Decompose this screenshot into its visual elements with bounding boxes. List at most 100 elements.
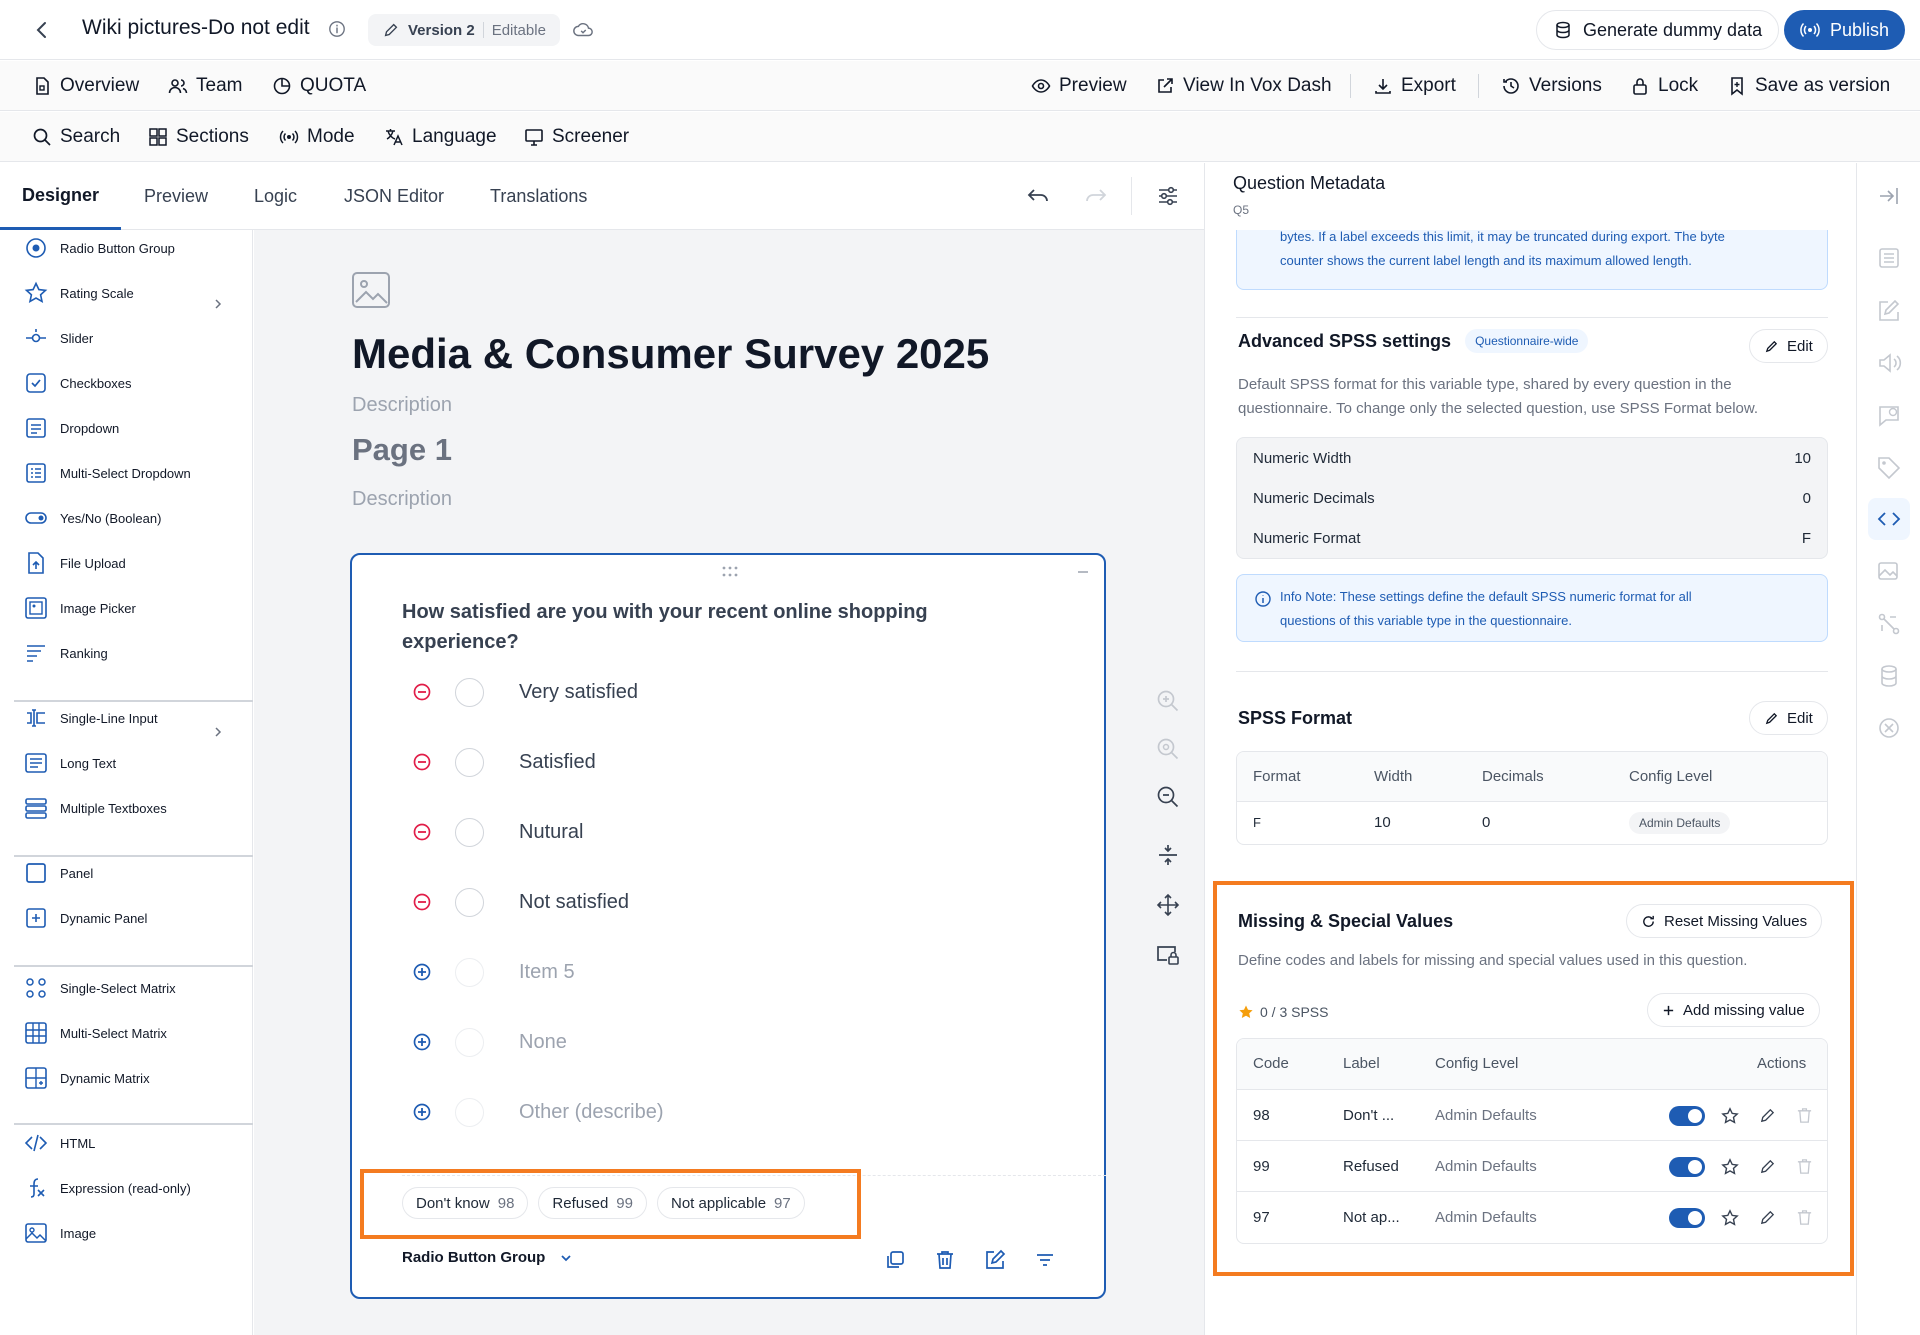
toolbox-item-single-select-matrix[interactable]: Single-Select Matrix: [24, 973, 176, 1003]
duplicate-icon[interactable]: [884, 1249, 906, 1271]
enable-toggle[interactable]: [1669, 1192, 1705, 1243]
delete-icon[interactable]: [1796, 1141, 1813, 1192]
nav-versions[interactable]: Versions: [1501, 61, 1602, 111]
choice-item[interactable]: Nutural: [412, 812, 583, 852]
remove-choice-icon[interactable]: [412, 752, 432, 772]
missing-value-pill[interactable]: Don't know 98: [402, 1187, 529, 1219]
page-title[interactable]: Page 1: [352, 432, 452, 468]
comment-check-icon[interactable]: [1876, 403, 1902, 429]
question-title[interactable]: How satisfied are you with your recent o…: [402, 597, 962, 657]
back-icon[interactable]: [30, 18, 54, 42]
radio-circle[interactable]: [455, 957, 484, 987]
expand-all-icon[interactable]: [1155, 892, 1181, 918]
toolbar-mode[interactable]: Mode: [279, 112, 355, 162]
choice-label[interactable]: Other (describe): [519, 1101, 664, 1124]
nav-team[interactable]: Team: [168, 61, 242, 111]
chevron-right-icon[interactable]: [211, 297, 225, 311]
delete-icon[interactable]: [1796, 1192, 1813, 1243]
choice-label[interactable]: None: [519, 1031, 567, 1054]
delete-icon[interactable]: [934, 1249, 956, 1271]
cloud-sync-icon[interactable]: [572, 19, 594, 41]
nav-save-as-version[interactable]: Save as version: [1727, 61, 1890, 111]
zoom-reset-icon[interactable]: [1155, 736, 1181, 762]
panel-scroll-area[interactable]: bytes. If a label exceeds this limit, it…: [1205, 230, 1856, 1335]
toolbox-item-html[interactable]: HTML: [24, 1128, 95, 1158]
properties-icon[interactable]: [1876, 245, 1902, 271]
toolbox-item-multiple-textboxes[interactable]: Multiple Textboxes: [24, 793, 167, 823]
close-circle-icon[interactable]: [1876, 715, 1902, 741]
question-card[interactable]: How satisfied are you with your recent o…: [350, 553, 1106, 1299]
edit-icon[interactable]: [1759, 1141, 1776, 1192]
radio-circle[interactable]: [455, 1097, 484, 1127]
choice-item[interactable]: Satisfied: [412, 742, 596, 782]
image-settings-icon[interactable]: [1876, 559, 1902, 585]
version-chip[interactable]: Version 2 Editable: [368, 14, 560, 46]
radio-circle[interactable]: [455, 677, 484, 707]
toolbox-item-multi-select-matrix[interactable]: Multi-Select Matrix: [24, 1018, 167, 1048]
nav-lock[interactable]: Lock: [1630, 61, 1698, 111]
choice-label[interactable]: Not satisfied: [519, 891, 629, 914]
delete-icon[interactable]: [1796, 1090, 1813, 1141]
edit-icon[interactable]: [984, 1249, 1006, 1271]
toolbox-item-long-text[interactable]: Long Text: [24, 748, 116, 778]
remove-choice-icon[interactable]: [412, 822, 432, 842]
collapse-panel-icon[interactable]: [1876, 183, 1902, 209]
add-choice-icon[interactable]: [412, 1102, 432, 1122]
remove-choice-icon[interactable]: [412, 682, 432, 702]
spss-format-edit-button[interactable]: Edit: [1749, 701, 1828, 735]
add-choice-icon[interactable]: [412, 962, 432, 982]
choice-item[interactable]: Very satisfied: [412, 672, 638, 712]
choice-placeholder[interactable]: Item 5: [412, 952, 575, 992]
enable-toggle[interactable]: [1669, 1141, 1705, 1192]
radio-circle[interactable]: [455, 747, 484, 777]
choice-placeholder[interactable]: Other (describe): [412, 1092, 664, 1132]
edit-icon[interactable]: [1759, 1090, 1776, 1141]
collapse-all-icon[interactable]: [1155, 842, 1181, 868]
toolbox-item-single-line-input[interactable]: Single-Line Input: [24, 703, 158, 733]
missing-value-pill[interactable]: Refused 99: [538, 1187, 647, 1219]
lock-preview-icon[interactable]: [1155, 942, 1181, 968]
settings-sliders-icon[interactable]: [1156, 184, 1180, 208]
toolbox-item-ranking[interactable]: Ranking: [24, 638, 108, 668]
star-icon[interactable]: [1721, 1192, 1739, 1243]
toolbar-language[interactable]: Language: [384, 112, 497, 162]
toolbox-item-dropdown[interactable]: Dropdown: [24, 413, 119, 443]
choice-item[interactable]: Not satisfied: [412, 882, 629, 922]
toolbox-item-radio-button-group[interactable]: Radio Button Group: [24, 233, 175, 263]
edit-note-icon[interactable]: [1876, 298, 1902, 324]
missing-value-pill[interactable]: Not applicable 97: [656, 1187, 805, 1219]
toolbox-item-rating-scale[interactable]: Rating Scale: [24, 278, 134, 308]
tag-icon[interactable]: [1876, 455, 1902, 481]
toolbar-sections[interactable]: Sections: [148, 112, 249, 162]
radio-circle[interactable]: [455, 1027, 484, 1057]
toolbox-item-panel[interactable]: Panel: [24, 858, 93, 888]
toolbar-screener[interactable]: Screener: [524, 112, 629, 162]
nav-quota[interactable]: QUOTA: [272, 61, 366, 111]
star-icon[interactable]: [1721, 1141, 1739, 1192]
radio-circle[interactable]: [455, 887, 484, 917]
undo-icon[interactable]: [1026, 184, 1050, 208]
nav-overview[interactable]: Overview: [32, 61, 139, 111]
toolbox-item-expression-read-only[interactable]: Expression (read-only): [24, 1173, 191, 1203]
add-missing-value-button[interactable]: Add missing value: [1647, 993, 1820, 1027]
choice-label[interactable]: Nutural: [519, 821, 583, 844]
toolbox-item-file-upload[interactable]: File Upload: [24, 548, 126, 578]
question-type-selector[interactable]: Radio Button Group: [402, 1249, 573, 1266]
drag-handle-icon[interactable]: [722, 566, 738, 578]
choice-placeholder[interactable]: None: [412, 1022, 567, 1062]
zoom-out-icon[interactable]: [1155, 784, 1181, 810]
advanced-edit-button[interactable]: Edit: [1749, 329, 1828, 363]
choice-label[interactable]: Very satisfied: [519, 681, 638, 704]
nav-preview[interactable]: Preview: [1031, 61, 1127, 111]
toolbox-item-checkboxes[interactable]: Checkboxes: [24, 368, 132, 398]
tab-translations[interactable]: Translations: [490, 163, 587, 230]
reset-missing-values-button[interactable]: Reset Missing Values: [1626, 904, 1823, 938]
workflow-icon[interactable]: [1876, 611, 1902, 637]
publish-button[interactable]: Publish: [1784, 10, 1906, 50]
toolbox-item-slider[interactable]: Slider: [24, 323, 93, 353]
audio-icon[interactable]: [1876, 350, 1902, 376]
nav-view-in-vox-dash[interactable]: View In Vox Dash: [1155, 61, 1332, 111]
filter-icon[interactable]: [1034, 1249, 1056, 1271]
toolbox-item-dynamic-panel[interactable]: Dynamic Panel: [24, 903, 147, 933]
survey-title[interactable]: Media & Consumer Survey 2025: [352, 330, 989, 378]
